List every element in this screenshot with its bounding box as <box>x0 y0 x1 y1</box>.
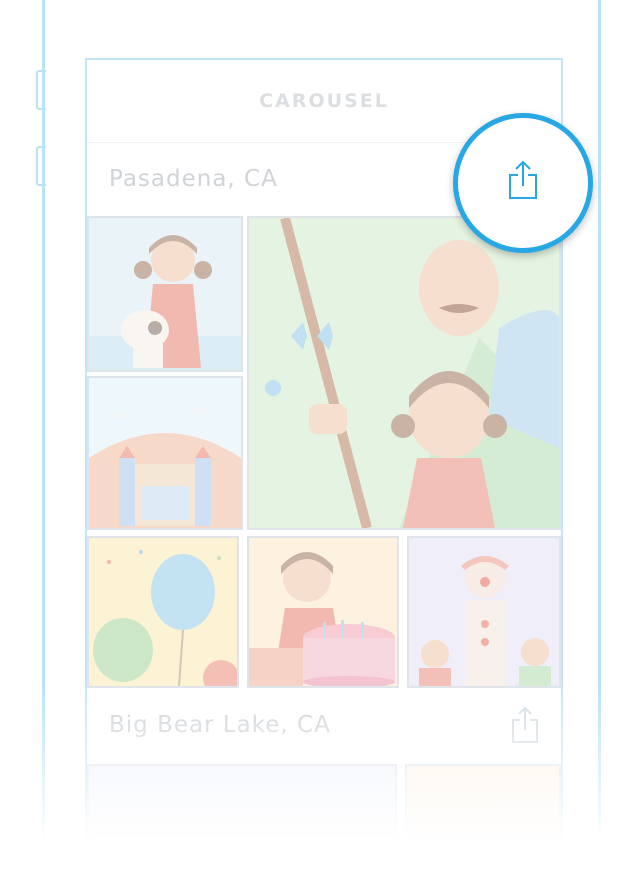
phone-frame-right <box>598 0 601 840</box>
bounce-house-illustration <box>89 378 241 528</box>
balloons-illustration <box>89 538 237 686</box>
share-button-highlight[interactable] <box>453 113 593 253</box>
section-title-pasadena: Pasadena, CA <box>109 166 278 192</box>
photo-big-bear-2[interactable] <box>405 764 561 860</box>
page-title: CAROUSEL <box>259 90 389 112</box>
volume-down-button <box>36 146 46 186</box>
photo-fishing-trip[interactable] <box>247 216 561 530</box>
birthday-cake-illustration <box>249 538 397 686</box>
volume-up-button <box>36 70 46 110</box>
section-title-big-bear-lake: Big Bear Lake, CA <box>109 712 331 738</box>
girl-with-dog-illustration <box>89 218 241 370</box>
photo-girl-with-dog[interactable] <box>87 216 243 372</box>
photo-bounce-house[interactable] <box>87 376 243 530</box>
photo-balloons[interactable] <box>87 536 239 688</box>
photo-birthday-cake[interactable] <box>247 536 399 688</box>
share-icon[interactable] <box>511 706 539 744</box>
photo-clown[interactable] <box>407 536 561 688</box>
phone-frame-left <box>42 0 45 840</box>
clown-illustration <box>409 538 559 686</box>
share-icon <box>509 160 537 199</box>
photo-big-bear-1[interactable] <box>87 764 397 860</box>
fishing-trip-illustration <box>249 218 559 528</box>
